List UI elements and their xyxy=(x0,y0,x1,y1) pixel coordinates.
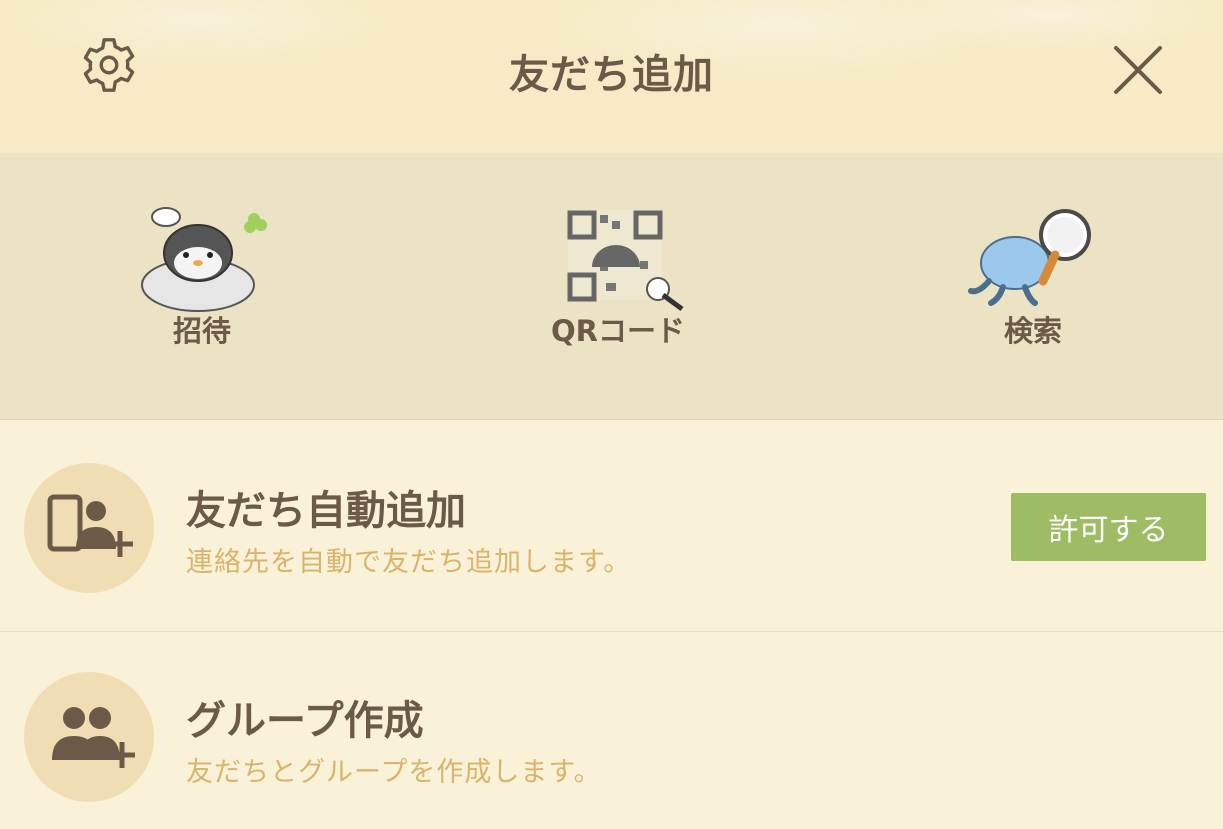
group-add-icon xyxy=(24,672,154,802)
add-methods-bar: 招待 QRコード 検索 xyxy=(0,153,1223,420)
allow-button[interactable]: 許可する xyxy=(1011,493,1206,561)
auto-add-friends-row[interactable]: 友だち自動追加 連絡先を自動で友だち追加します。 許可する xyxy=(0,420,1223,632)
create-group-description: 友だちとグループを作成します。 xyxy=(186,757,602,788)
search-button[interactable]: 検索 xyxy=(903,153,1163,419)
qr-code-label: QRコード xyxy=(551,314,685,348)
auto-add-title: 友だち自動追加 xyxy=(186,488,466,534)
invite-label: 招待 xyxy=(172,314,231,348)
search-label: 検索 xyxy=(1003,314,1062,348)
penguin-invite-icon xyxy=(141,207,267,312)
create-group-title: グループ作成 xyxy=(186,698,424,744)
invite-button[interactable]: 招待 xyxy=(72,153,332,419)
header: 友だち追加 xyxy=(0,0,1223,153)
search-magnifier-icon xyxy=(968,209,1091,306)
page-title: 友だち追加 xyxy=(509,52,714,98)
qr-code-icon xyxy=(567,210,684,312)
qr-code-button[interactable]: QRコード xyxy=(488,153,748,419)
auto-add-description: 連絡先を自動で友だち追加します。 xyxy=(186,547,632,578)
phone-contacts-add-icon xyxy=(24,463,154,593)
close-icon[interactable] xyxy=(1112,44,1164,96)
options-list: 友だち自動追加 連絡先を自動で友だち追加します。 許可する グループ作成 友だち… xyxy=(0,420,1223,828)
create-group-row[interactable]: グループ作成 友だちとグループを作成します。 xyxy=(0,632,1223,828)
